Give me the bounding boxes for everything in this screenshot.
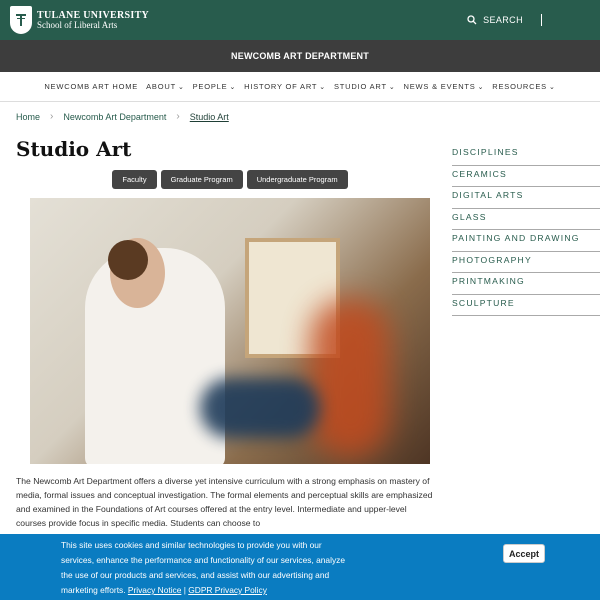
gdpr-policy-link[interactable]: GDPR Privacy Policy [188,585,267,595]
nav-item-label: NEWCOMB ART HOME [44,82,139,91]
tulane-shield-icon [10,6,32,34]
chevron-down-icon: ⌄ [477,83,485,91]
tab-faculty[interactable]: Faculty [112,170,157,189]
nav-item-label: ABOUT [146,82,176,91]
nav-item-people[interactable]: PEOPLE ⌄ [193,82,237,91]
hero-photo [30,198,430,464]
nav-item-label: NEWS & EVENTS [403,82,476,91]
chevron-down-icon: ⌄ [548,83,556,91]
nav-item-label: PEOPLE [192,82,228,91]
sidebar-item-ceramics[interactable]: CERAMICS [452,166,600,187]
nav-item-label: STUDIO ART [333,82,387,91]
department-bar[interactable]: NEWCOMB ART DEPARTMENT [0,40,600,72]
breadcrumb-department[interactable]: Newcomb Art Department [63,112,166,122]
chevron-down-icon: ⌄ [388,83,396,91]
main-nav: NEWCOMB ART HOME ABOUT ⌄ PEOPLE ⌄ HISTORY OF … [0,72,600,102]
tulane-logo[interactable]: TULANE UNIVERSITY School of Liberal Arts [10,6,149,34]
search-icon [467,15,477,25]
tab-undergraduate-program[interactable]: Undergraduate Program [246,170,348,189]
chevron-down-icon: ⌄ [319,83,326,91]
breadcrumb-chevron-icon: › [176,111,180,122]
intro-paragraph: The Newcomb Art Department offers a dive… [16,476,433,528]
nav-item-news-events[interactable]: NEWS & EVENTS ⌄ [404,82,485,91]
sidebar-menu: DISCIPLINES CERAMICS DIGITAL ARTS GLASS PAIN… [452,144,600,316]
nav-item-about[interactable]: ABOUT ⌄ [146,82,185,91]
chevron-down-icon: ⌄ [177,83,185,91]
school-name: School of Liberal Arts [37,19,118,30]
search-button[interactable]: SEARCH [467,14,542,26]
breadcrumb-chevron-icon: › [50,111,54,122]
breadcrumb: Home › Newcomb Art Department › Studio A… [16,111,229,122]
sidebar-item-disciplines[interactable]: DISCIPLINES [452,144,600,166]
sidebar-item-digital-arts[interactable]: DIGITAL ARTS [452,187,600,209]
cookie-banner: This site uses cookies and similar techn… [0,534,600,600]
sidebar-item-photography[interactable]: PHOTOGRAPHY [452,252,600,273]
university-name: TULANE UNIVERSITY [37,9,150,21]
nav-item-newcomb-art-home[interactable]: NEWCOMB ART HOME [44,82,138,91]
page-title: Studio Art [16,137,132,161]
nav-item-label: HISTORY OF ART [244,82,318,91]
sidebar-item-painting-and-drawing[interactable]: PAINTING AND DRAWING [452,230,600,252]
accept-button[interactable]: Accept [503,544,545,563]
search-label: SEARCH [483,15,523,25]
breadcrumb-current[interactable]: Studio Art [190,112,229,122]
nav-item-studio-art[interactable]: STUDIO ART ⌄ [334,82,396,91]
breadcrumb-home[interactable]: Home [16,112,40,122]
sidebar-item-printmaking[interactable]: PRINTMAKING [452,273,600,295]
privacy-notice-link[interactable]: Privacy Notice [128,585,182,595]
sidebar-item-sculpture[interactable]: SCULPTURE [452,295,600,316]
nav-item-label: RESOURCES [492,82,547,91]
chevron-down-icon: ⌄ [229,83,237,91]
nav-item-history-of-art[interactable]: HISTORY OF ART ⌄ [244,82,326,91]
subpage-tabs: Faculty Graduate Program Undergraduate P… [0,170,460,189]
link-separator: | [183,585,186,595]
nav-item-resources[interactable]: RESOURCES ⌄ [492,82,555,91]
top-header: TULANE UNIVERSITY School of Liberal Arts… [0,0,600,40]
divider [541,14,542,26]
tab-graduate-program[interactable]: Graduate Program [160,170,243,189]
cookie-text: This site uses cookies and similar techn… [61,538,351,598]
sidebar-item-glass[interactable]: GLASS [452,209,600,230]
